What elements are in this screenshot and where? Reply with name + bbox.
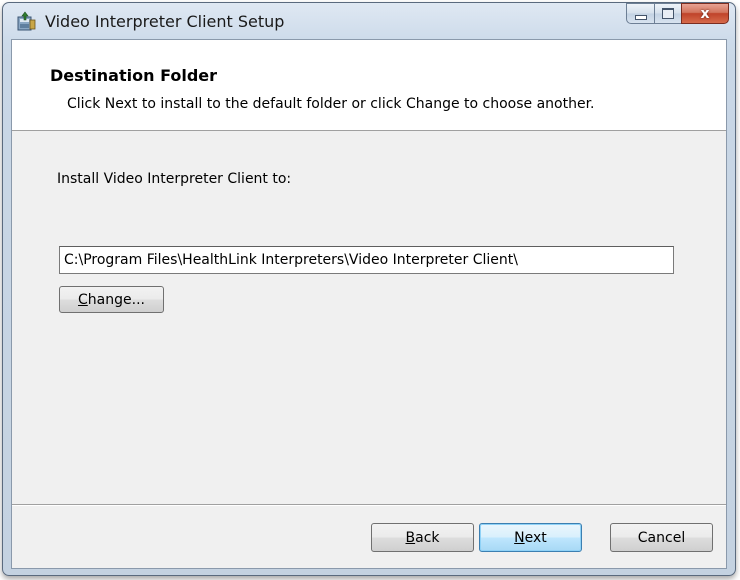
header-panel: Destination Folder Click Next to install… bbox=[12, 40, 726, 131]
cancel-button[interactable]: Cancel bbox=[610, 523, 713, 552]
next-button-mnemonic: N bbox=[514, 529, 525, 546]
close-button[interactable]: x bbox=[681, 3, 729, 24]
setup-window: Video Interpreter Client Setup x Destina… bbox=[2, 2, 736, 576]
footer-divider bbox=[12, 504, 726, 506]
close-icon: x bbox=[700, 5, 710, 22]
page-title: Destination Folder bbox=[50, 66, 218, 85]
change-button-label: hange... bbox=[87, 291, 145, 308]
change-button[interactable]: Change... bbox=[59, 286, 164, 313]
title-bar[interactable]: Video Interpreter Client Setup x bbox=[3, 3, 735, 39]
back-button[interactable]: Back bbox=[371, 523, 474, 552]
maximize-button[interactable] bbox=[654, 3, 681, 24]
install-path-field[interactable] bbox=[59, 246, 674, 274]
minimize-icon bbox=[634, 15, 647, 20]
dialog-content: Destination Folder Click Next to install… bbox=[11, 39, 727, 569]
next-button[interactable]: Next bbox=[479, 523, 582, 552]
minimize-button[interactable] bbox=[626, 3, 654, 24]
page-subtitle: Click Next to install to the default fol… bbox=[67, 96, 595, 112]
install-location-label: Install Video Interpreter Client to: bbox=[57, 171, 292, 187]
caption-buttons: x bbox=[626, 3, 729, 29]
change-button-mnemonic: C bbox=[78, 291, 88, 308]
back-button-label: ack bbox=[415, 529, 440, 546]
next-button-label: ext bbox=[524, 529, 547, 546]
window-title: Video Interpreter Client Setup bbox=[45, 12, 285, 31]
installer-icon bbox=[15, 11, 37, 33]
back-button-mnemonic: B bbox=[405, 529, 416, 546]
maximize-icon bbox=[662, 8, 674, 19]
